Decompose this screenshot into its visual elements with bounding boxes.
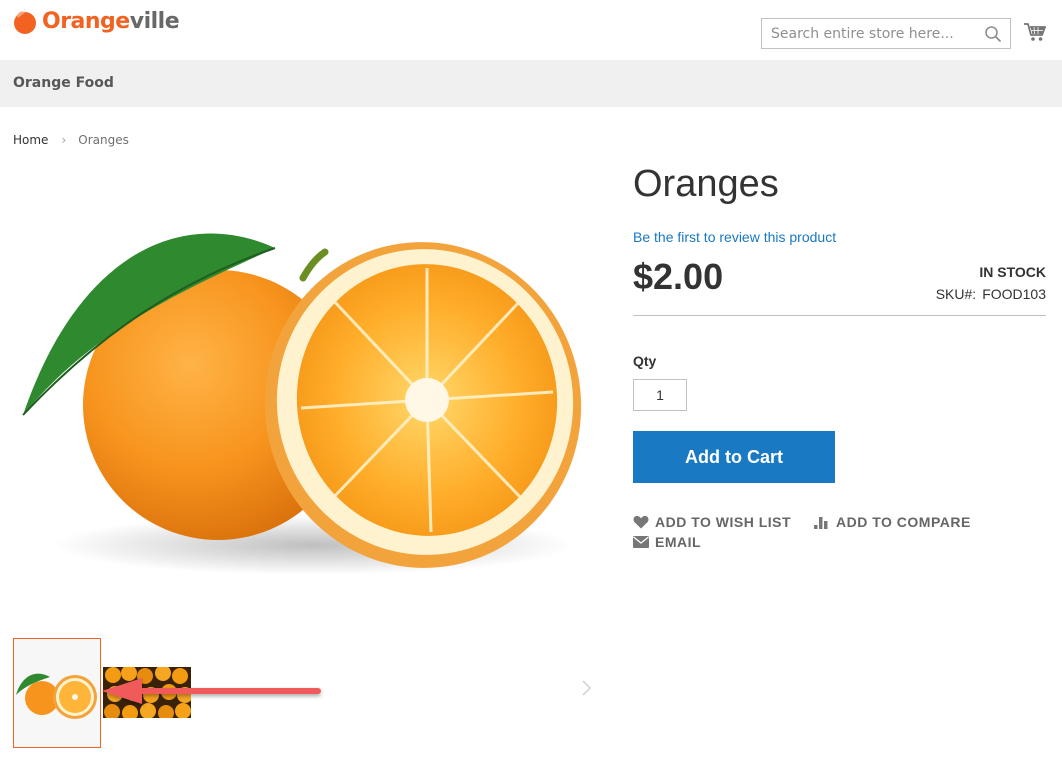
store-logo[interactable]: Orangeville [12, 9, 180, 35]
product-sku: SKU#: FOOD103 [936, 286, 1046, 302]
envelope-icon [633, 536, 649, 548]
add-to-compare-link[interactable]: ADD TO COMPARE [814, 514, 971, 530]
cart-icon[interactable] [1024, 22, 1046, 42]
first-review-link[interactable]: Be the first to review this product [633, 229, 836, 245]
qty-input[interactable] [633, 379, 687, 411]
breadcrumb: Home › Oranges [13, 133, 129, 147]
product-price: $2.00 [633, 256, 724, 297]
header: Orangeville [0, 0, 1062, 60]
search-icon[interactable] [984, 25, 1002, 43]
add-to-compare-label: ADD TO COMPARE [836, 514, 971, 530]
logo-text-ville: ville [129, 9, 180, 34]
add-to-cart-button[interactable]: Add to Cart [633, 431, 835, 483]
annotation-arrow-icon [102, 678, 321, 704]
main-nav: Orange Food [0, 60, 1062, 107]
logo-text: Orangeville [42, 9, 180, 35]
compare-bars-icon [814, 517, 828, 529]
info-divider [633, 315, 1046, 316]
qty-label: Qty [633, 353, 657, 369]
main-product-image[interactable] [13, 170, 593, 610]
sku-label: SKU#: [935, 286, 977, 302]
thumbnail-oranges-image [16, 673, 97, 719]
search-box [761, 18, 1011, 49]
email-link[interactable]: EMAIL [633, 534, 701, 550]
gallery-thumbnail-active[interactable] [13, 638, 101, 748]
product-title: Oranges [633, 163, 779, 205]
orange-logo-icon [14, 11, 36, 34]
gallery-next-arrow-icon[interactable] [579, 678, 593, 698]
sku-value: FOOD103 [982, 286, 1046, 302]
add-to-wishlist-link[interactable]: ADD TO WISH LIST [633, 514, 791, 530]
email-label: EMAIL [655, 534, 702, 550]
nav-item-orange-food[interactable]: Orange Food [13, 75, 114, 91]
breadcrumb-current: Oranges [78, 133, 129, 147]
breadcrumb-separator: › [61, 133, 67, 147]
heart-icon [633, 515, 649, 529]
stock-status: IN STOCK [979, 264, 1046, 280]
add-to-wishlist-label: ADD TO WISH LIST [655, 514, 792, 530]
breadcrumb-home-link[interactable]: Home [13, 133, 48, 147]
logo-text-orange: Orange [42, 9, 130, 34]
search-input[interactable] [762, 19, 980, 48]
